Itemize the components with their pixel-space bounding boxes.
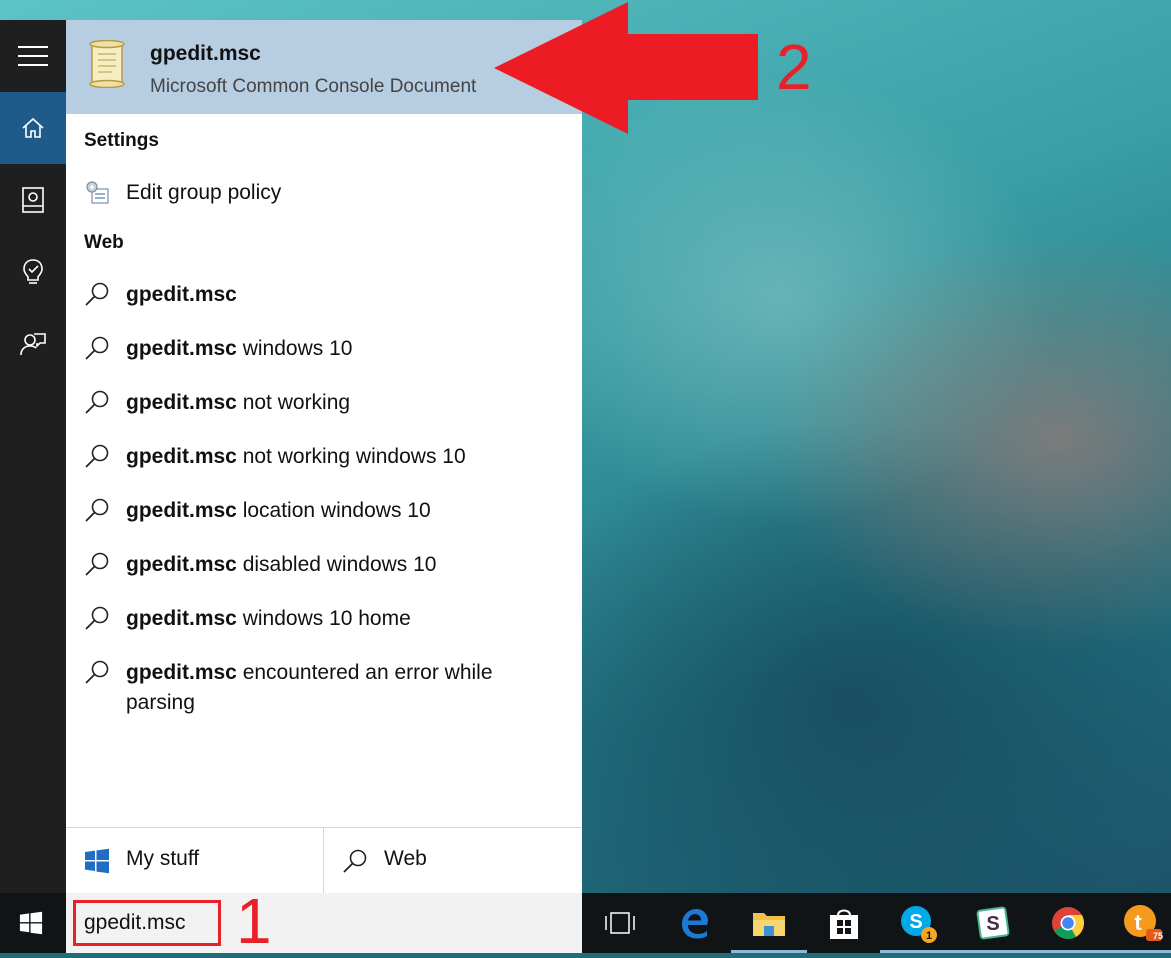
cortana-rail	[0, 20, 66, 893]
reminders-button[interactable]	[0, 236, 66, 308]
folder-icon	[753, 913, 785, 936]
best-match-title: gpedit.msc	[150, 42, 261, 65]
svg-text:S: S	[986, 913, 999, 935]
web-suggestion[interactable]: gpedit.msc	[66, 267, 582, 321]
search-icon	[85, 606, 109, 630]
search-icon	[85, 282, 109, 306]
annotation-number-one: 1	[236, 885, 272, 957]
web-suggestion[interactable]: gpedit.msc not working windows 10	[66, 429, 582, 483]
windows-logo-icon	[85, 848, 109, 874]
store-bag-icon	[830, 909, 858, 939]
my-stuff-label: My stuff	[126, 847, 200, 870]
store-taskbar-button[interactable]	[806, 893, 882, 953]
feedback-icon	[20, 333, 46, 356]
web-suggestion-label: gpedit.msc	[126, 283, 237, 306]
search-icon	[85, 444, 109, 468]
home-icon	[22, 117, 44, 138]
my-stuff-tab[interactable]: My stuff	[66, 828, 324, 894]
web-suggestion-label: gpedit.msc windows 10 home	[126, 607, 411, 630]
notebook-button[interactable]	[0, 164, 66, 236]
annotation-number-two: 2	[776, 31, 812, 103]
hamburger-menu-button[interactable]	[0, 20, 66, 92]
settings-item-label: Edit group policy	[126, 181, 282, 204]
app-notification-badge: 75	[1153, 931, 1164, 941]
edge-taskbar-button[interactable]	[657, 893, 733, 953]
web-suggestion[interactable]: gpedit.msc not working	[66, 375, 582, 429]
web-suggestion[interactable]: gpedit.msc disabled windows 10	[66, 537, 582, 591]
skype-notification-badge: 1	[926, 930, 933, 942]
search-icon	[85, 498, 109, 522]
app-taskbar-button[interactable]: t 75	[1104, 893, 1171, 953]
search-icon	[85, 552, 109, 576]
scroll-document-icon	[89, 40, 125, 88]
svg-text:S: S	[909, 911, 922, 933]
web-suggestion[interactable]: gpedit.msc location windows 10	[66, 483, 582, 537]
edge-icon	[682, 909, 708, 939]
search-results-panel: gpedit.msc Microsoft Common Console Docu…	[66, 20, 582, 894]
chrome-icon	[1052, 907, 1085, 940]
start-button[interactable]	[0, 893, 62, 953]
notebook-icon	[22, 187, 44, 213]
web-suggestion[interactable]: gpedit.msc windows 10	[66, 321, 582, 375]
task-view-button[interactable]	[582, 893, 658, 953]
hamburger-icon	[18, 46, 48, 66]
search-scope-bar: My stuff Web	[66, 827, 582, 894]
lightbulb-icon	[23, 259, 43, 284]
web-section-header: Web	[84, 232, 124, 253]
svg-text:t: t	[1134, 910, 1142, 935]
chrome-taskbar-button[interactable]	[1030, 893, 1106, 953]
web-tab[interactable]: Web	[324, 828, 581, 894]
web-suggestion[interactable]: gpedit.msc windows 10 home	[66, 591, 582, 645]
settings-section-header: Settings	[84, 130, 159, 151]
search-icon	[85, 390, 109, 414]
windows-logo-icon	[19, 911, 43, 935]
skype-taskbar-button[interactable]: S 1	[880, 893, 956, 953]
web-suggestion-label: gpedit.msc encountered an error while pa…	[126, 661, 493, 714]
web-suggestion[interactable]: gpedit.msc encountered an error while pa…	[66, 645, 582, 717]
feedback-button[interactable]	[0, 308, 66, 380]
web-suggestion-label: gpedit.msc location windows 10	[126, 499, 431, 522]
search-icon	[343, 849, 367, 873]
group-policy-icon	[86, 181, 109, 204]
web-suggestion-label: gpedit.msc not working windows 10	[126, 445, 466, 468]
task-view-icon	[605, 912, 635, 934]
search-icon	[85, 660, 109, 684]
best-match-subtitle: Microsoft Common Console Document	[150, 76, 477, 97]
file-explorer-taskbar-button[interactable]	[731, 893, 807, 953]
annotation-search-highlight	[73, 900, 221, 946]
web-suggestion-label: gpedit.msc disabled windows 10	[126, 553, 437, 576]
slack-icon: S	[976, 906, 1010, 940]
home-button[interactable]	[0, 92, 66, 164]
web-tab-label: Web	[384, 847, 427, 870]
search-icon	[85, 336, 109, 360]
web-suggestion-label: gpedit.msc not working	[126, 391, 351, 414]
slack-taskbar-button[interactable]: S	[955, 893, 1031, 953]
settings-item-edit-group-policy[interactable]: Edit group policy	[66, 165, 582, 219]
web-suggestion-label: gpedit.msc windows 10	[126, 337, 353, 360]
annotation-arrow	[494, 2, 758, 134]
